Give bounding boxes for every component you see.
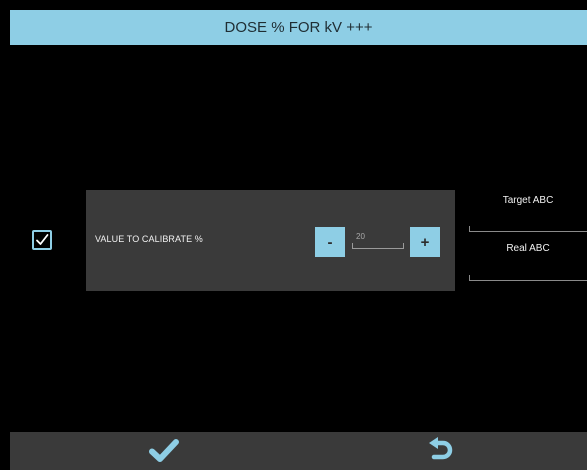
page-title: DOSE % FOR kV +++ [224,19,373,36]
checkmark-checkbox-icon [36,234,49,245]
calibration-value: 20 [356,232,365,241]
undo-arrow-icon [429,437,453,460]
calibration-value-field[interactable]: 20 [352,230,404,252]
title-bar: DOSE % FOR kV +++ [10,10,587,45]
decrement-button[interactable]: - [315,227,345,257]
real-abc-label: Real ABC [506,243,550,254]
confirm-button[interactable] [138,432,190,470]
calibration-panel: VALUE TO CALIBRATE % - 20 + [86,190,455,291]
real-abc-field[interactable] [469,275,587,281]
target-abc-label: Target ABC [502,195,554,206]
bottom-toolbar [10,432,587,470]
back-button[interactable] [415,432,467,470]
increment-button[interactable]: + [410,227,440,257]
calibration-label: VALUE TO CALIBRATE % [95,234,203,244]
calibrate-checkbox[interactable] [32,230,52,250]
target-abc-field[interactable] [469,226,587,232]
checkmark-icon [149,439,179,462]
value-field-underline [352,243,404,249]
